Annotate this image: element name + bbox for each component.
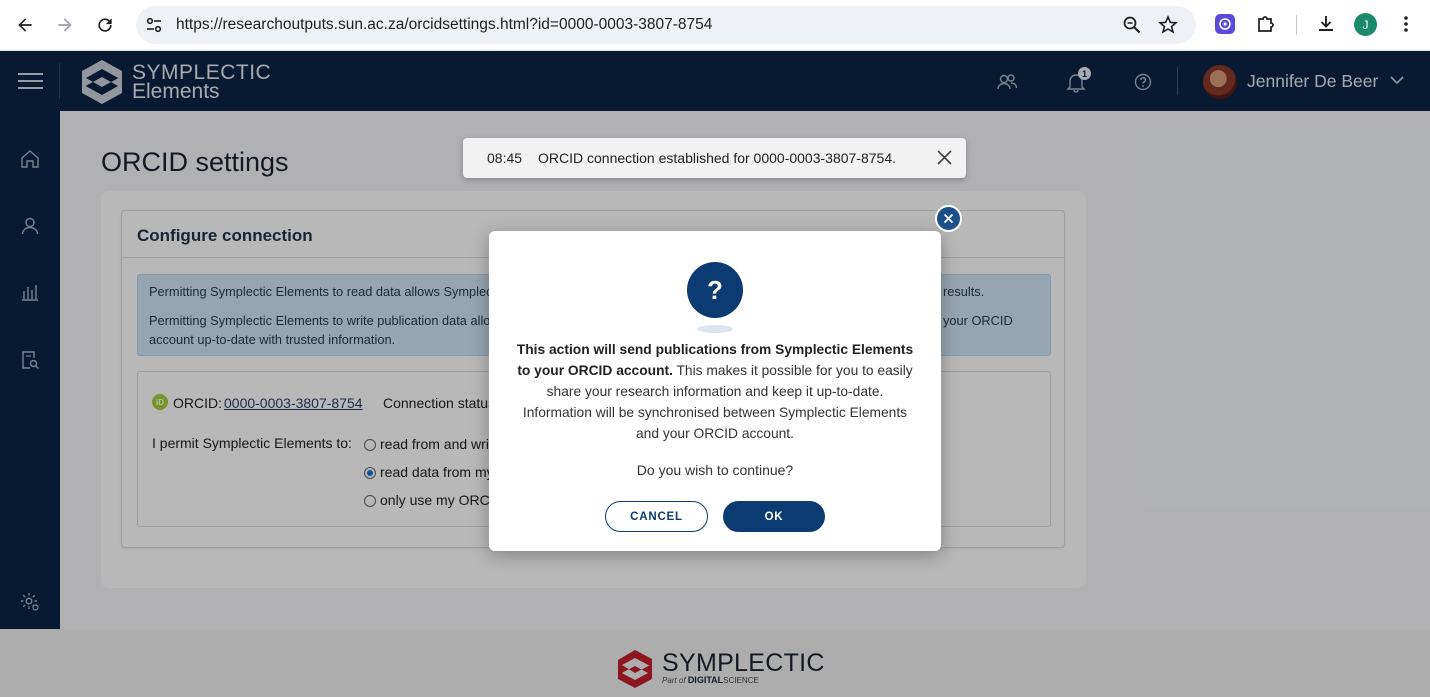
ok-button[interactable]: OK <box>723 501 825 532</box>
dialog-close-button[interactable] <box>935 205 962 232</box>
browser-toolbar: https://researchoutputs.sun.ac.za/orcids… <box>0 0 1430 51</box>
extensions-puzzle-icon[interactable] <box>1255 13 1277 35</box>
cancel-button[interactable]: CANCEL <box>605 501 708 532</box>
address-bar[interactable]: https://researchoutputs.sun.ac.za/orcids… <box>136 6 1196 44</box>
arrow-left-icon <box>18 18 32 32</box>
extension-purple-icon[interactable] <box>1214 13 1236 35</box>
toast-close-icon[interactable] <box>937 150 952 165</box>
confirm-dialog: ? This action will send publications fro… <box>489 231 941 551</box>
url-text[interactable]: https://researchoutputs.sun.ac.za/orcids… <box>176 16 712 34</box>
toast-message: ORCID connection established for 0000-00… <box>538 150 897 166</box>
dialog-message: This action will send publications from … <box>511 339 919 444</box>
toast-notification: 08:45 ORCID connection established for 0… <box>463 138 966 178</box>
toast-time: 08:45 <box>487 150 523 166</box>
back-button[interactable] <box>13 13 37 37</box>
close-icon <box>943 213 954 224</box>
question-icon-shadow <box>697 325 733 333</box>
download-icon[interactable] <box>1315 13 1337 35</box>
dialog-question: Do you wish to continue? <box>636 462 794 478</box>
question-icon: ? <box>687 262 743 318</box>
reload-icon <box>98 18 112 32</box>
zoom-icon[interactable] <box>1122 15 1142 35</box>
reload-button[interactable] <box>93 13 117 37</box>
site-settings-icon[interactable] <box>144 15 164 35</box>
more-vert-icon[interactable] <box>1395 13 1417 35</box>
arrow-right-icon <box>58 18 72 32</box>
forward-button[interactable] <box>53 13 77 37</box>
toolbar-divider <box>1296 15 1297 35</box>
bookmark-star-icon[interactable] <box>1158 15 1178 35</box>
profile-avatar[interactable]: J <box>1354 13 1377 36</box>
